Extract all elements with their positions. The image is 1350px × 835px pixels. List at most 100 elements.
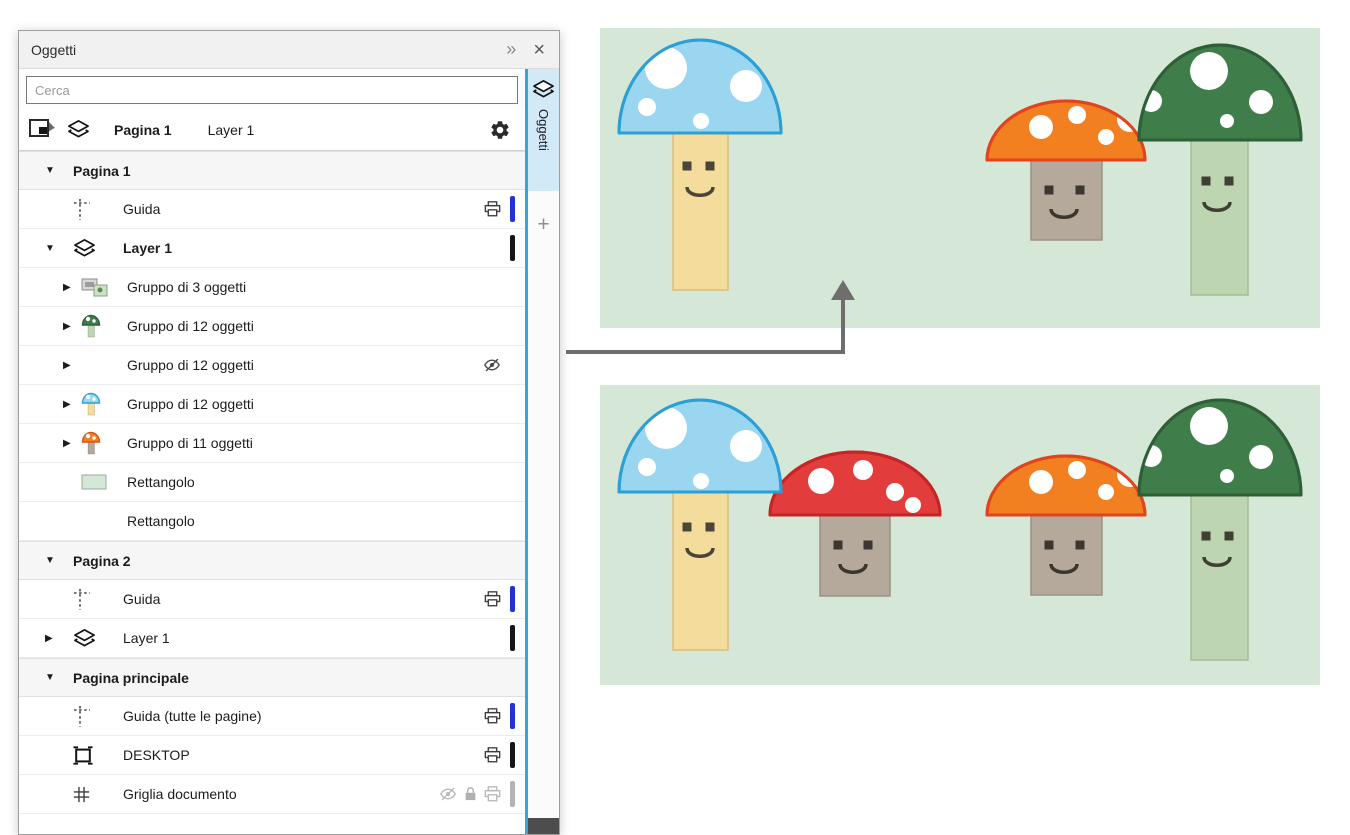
tree-row[interactable]: ▶ Gruppo di 11 oggetti xyxy=(19,424,525,463)
eye-off-icon[interactable] xyxy=(483,357,501,373)
row-label: Pagina principale xyxy=(73,670,501,686)
close-docker-icon[interactable]: × xyxy=(533,40,545,60)
guide-icon xyxy=(61,705,123,728)
mushroom-eye xyxy=(1202,532,1211,541)
collapse-triangle-icon[interactable]: ▼ xyxy=(45,672,61,683)
lock-icon-gray[interactable] xyxy=(464,786,477,802)
thumb-mushroom-orange xyxy=(79,430,127,456)
layer-color-bar[interactable] xyxy=(510,586,515,612)
objects-tree: ▼ Pagina 1 Guida ▼ Layer 1 ▶Gruppo di 3 ogget… xyxy=(19,151,525,834)
docker-content: Pagina 1 Layer 1 ▼Pagina 1Guida▼Layer 1▶… xyxy=(19,69,525,834)
tree-row[interactable]: ▶ Layer 1 xyxy=(19,619,525,658)
select-layer-icon[interactable] xyxy=(27,117,57,143)
mushroom-stem xyxy=(673,130,728,290)
guide-icon xyxy=(61,588,123,611)
collapse-triangle-icon[interactable]: ▼ xyxy=(45,165,61,176)
expand-triangle-icon[interactable]: ▶ xyxy=(63,321,79,332)
printer-icon[interactable] xyxy=(484,708,501,724)
tree-row[interactable]: ▶ Gruppo di 12 oggetti xyxy=(19,307,525,346)
row-label: Gruppo di 11 oggetti xyxy=(127,435,501,451)
row-label: Layer 1 xyxy=(123,240,501,256)
tree-row-page[interactable]: ▼ Pagina 2 xyxy=(19,541,525,580)
row-label: Gruppo di 12 oggetti xyxy=(127,318,501,334)
layers-icon xyxy=(61,238,123,259)
tree-row-page[interactable]: ▼ Pagina principale xyxy=(19,658,525,697)
tree-row[interactable]: DESKTOP xyxy=(19,736,525,775)
tree-row[interactable]: Rettangolo xyxy=(19,463,525,502)
search-bar xyxy=(19,69,525,109)
row-label: Rettangolo xyxy=(127,474,501,490)
row-label: Guida (tutte le pagine) xyxy=(123,708,484,724)
mushroom-eye xyxy=(683,523,692,532)
expand-triangle-icon[interactable]: ▶ xyxy=(63,438,79,449)
tab-oggetti[interactable]: Oggetti xyxy=(528,69,559,191)
row-label: Pagina 2 xyxy=(73,553,501,569)
thumb-rect xyxy=(79,473,127,491)
desktop-icon xyxy=(61,746,123,765)
expand-triangle-icon[interactable]: ▶ xyxy=(63,399,79,410)
layer-color-bar[interactable] xyxy=(510,703,515,729)
tree-row[interactable]: Rettangolo xyxy=(19,502,525,541)
layers-icon xyxy=(61,628,123,649)
mushroom-stem xyxy=(1191,492,1248,660)
mushroom-eye xyxy=(1045,186,1054,195)
tree-row[interactable]: ▶Gruppo di 12 oggetti xyxy=(19,385,525,424)
breadcrumb-page: Pagina 1 xyxy=(114,122,172,138)
row-label: Guida xyxy=(123,201,484,217)
layer-color-bar[interactable] xyxy=(510,625,515,651)
docker-toolbar: Pagina 1 Layer 1 xyxy=(19,109,525,151)
layer-color-bar[interactable] xyxy=(510,196,515,222)
mushroom-stem xyxy=(673,489,728,650)
collapse-triangle-icon[interactable]: ▼ xyxy=(45,243,61,254)
search-input[interactable] xyxy=(26,76,518,104)
tree-row[interactable]: Griglia documento xyxy=(19,775,525,814)
settings-gear-icon[interactable] xyxy=(489,119,511,141)
docker-titlebar: Oggetti » × xyxy=(19,31,559,69)
collapse-triangle-icon[interactable]: ▼ xyxy=(45,555,61,566)
mushroom-eye xyxy=(1045,541,1054,550)
objects-docker: Oggetti » × Pagina 1 Layer 1 ▼ Pagina 1 Gu… xyxy=(18,30,560,835)
tree-row[interactable]: ▼ Layer 1 xyxy=(19,229,525,268)
grid-icon xyxy=(61,786,123,803)
layer-color-bar[interactable] xyxy=(510,781,515,807)
mushroom-eye xyxy=(1076,541,1085,550)
mushroom-eye xyxy=(683,162,692,171)
expand-triangle-icon[interactable]: ▶ xyxy=(63,282,79,293)
mushroom-stem xyxy=(1191,137,1248,295)
row-label: DESKTOP xyxy=(123,747,484,763)
mushroom-eye xyxy=(1225,532,1234,541)
printer-icon[interactable] xyxy=(484,591,501,607)
row-label: Guida xyxy=(123,591,484,607)
expand-triangle-icon[interactable]: ▶ xyxy=(45,633,61,644)
layer-color-bar[interactable] xyxy=(510,235,515,261)
expand-triangle-icon[interactable]: ▶ xyxy=(63,360,79,371)
tree-row[interactable]: ▶ Gruppo di 12 oggetti xyxy=(19,346,525,385)
row-label: Pagina 1 xyxy=(73,163,501,179)
tab-label: Oggetti xyxy=(536,109,551,151)
mushroom-eye xyxy=(864,541,873,550)
mushroom-eye xyxy=(706,162,715,171)
printer-icon-gray[interactable] xyxy=(484,786,501,802)
mushroom-eye xyxy=(1076,186,1085,195)
breadcrumb-layer: Layer 1 xyxy=(208,122,255,138)
tree-row-page[interactable]: ▼ Pagina 1 xyxy=(19,151,525,190)
tree-row[interactable]: Guida xyxy=(19,580,525,619)
tree-row[interactable]: Guida (tutte le pagine) xyxy=(19,697,525,736)
drawing-canvas xyxy=(560,0,1350,835)
row-label: Layer 1 xyxy=(123,630,501,646)
tree-row[interactable]: ▶Gruppo di 3 oggetti xyxy=(19,268,525,307)
collapse-docker-icon[interactable]: » xyxy=(506,39,513,60)
layer-color-bar[interactable] xyxy=(510,742,515,768)
layers-icon xyxy=(532,79,555,100)
printer-icon[interactable] xyxy=(484,747,501,763)
layers-icon xyxy=(67,119,90,140)
guide-icon xyxy=(61,198,123,221)
printer-icon[interactable] xyxy=(484,201,501,217)
tree-row[interactable]: Guida xyxy=(19,190,525,229)
docker-title: Oggetti xyxy=(31,42,76,58)
row-label: Gruppo di 12 oggetti xyxy=(127,357,483,373)
docker-tab-strip: Oggetti + xyxy=(528,69,559,834)
eye-off-icon-gray[interactable] xyxy=(439,786,457,802)
mushroom-eye xyxy=(706,523,715,532)
add-docker-button[interactable]: + xyxy=(528,213,559,237)
